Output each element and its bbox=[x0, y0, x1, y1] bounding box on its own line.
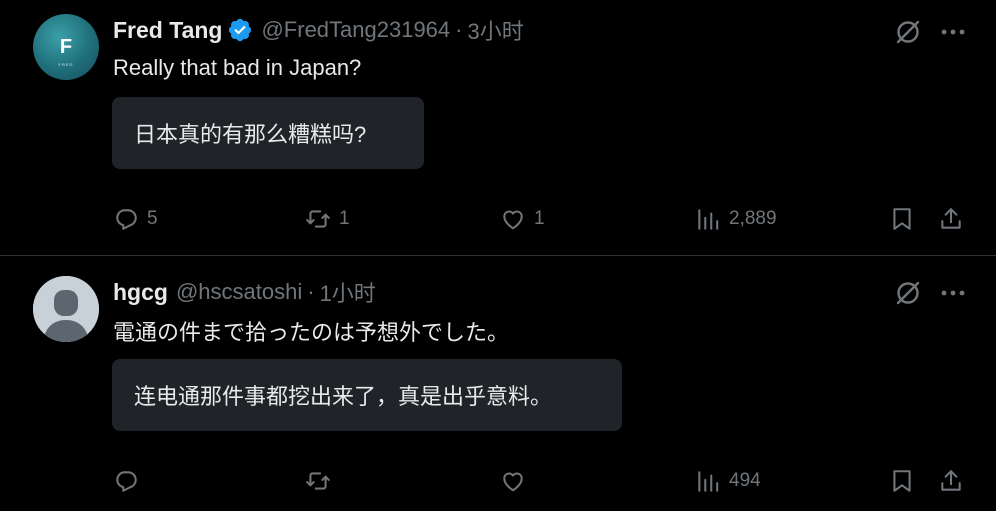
tweet-text: Really that bad in Japan? bbox=[113, 55, 362, 80]
views-count: 494 bbox=[729, 470, 761, 491]
retweet-icon bbox=[306, 472, 330, 490]
grok-icon[interactable] bbox=[893, 278, 923, 308]
translation-box: 连电通那件事都挖出来了，真是出乎意料。 bbox=[112, 359, 622, 431]
share-button[interactable] bbox=[938, 202, 964, 236]
separator-dot: · bbox=[455, 17, 463, 42]
like-icon bbox=[503, 472, 523, 492]
bookmark-button[interactable] bbox=[889, 202, 915, 236]
timestamp[interactable]: 1小时 bbox=[320, 276, 376, 308]
avatar-letter: F bbox=[59, 36, 73, 58]
verified-badge-icon[interactable] bbox=[227, 17, 253, 43]
avatar[interactable]: F FRED bbox=[33, 14, 99, 80]
more-icon[interactable] bbox=[938, 17, 968, 47]
reply-icon bbox=[116, 471, 137, 492]
share-icon bbox=[941, 470, 961, 491]
reply-button[interactable] bbox=[113, 464, 147, 498]
views-icon bbox=[698, 209, 719, 230]
bookmark-button[interactable] bbox=[889, 464, 915, 498]
tweet-text: 電通の件まで拾ったのは予想外でした。 bbox=[113, 320, 510, 345]
tweet[interactable]: F FRED Fred Tang @FredTang231964 · 3小时 R… bbox=[0, 0, 996, 256]
tweet[interactable]: hgcg @hscsatoshi · 1小时 電通の件まで拾ったのは予想外でした… bbox=[0, 256, 996, 511]
share-icon bbox=[941, 208, 961, 229]
avatar[interactable] bbox=[33, 276, 99, 342]
grok-icon[interactable] bbox=[893, 17, 923, 47]
avatar-subtext: FRED bbox=[58, 62, 74, 67]
timestamp[interactable]: 3小时 bbox=[467, 14, 523, 46]
like-count: 1 bbox=[534, 208, 545, 229]
like-button[interactable] bbox=[500, 464, 534, 498]
like-icon bbox=[503, 210, 523, 230]
retweet-count: 1 bbox=[339, 208, 350, 229]
author-handle[interactable]: @FredTang231964 bbox=[261, 17, 450, 43]
action-bar: 5 1 1 2,889 bbox=[0, 202, 996, 236]
bookmark-icon bbox=[893, 208, 911, 230]
share-button[interactable] bbox=[938, 464, 964, 498]
views-button[interactable]: 494 bbox=[695, 464, 761, 498]
reply-button[interactable]: 5 bbox=[113, 202, 158, 236]
views-icon bbox=[698, 471, 719, 492]
retweet-icon bbox=[306, 210, 330, 228]
tweet-header: hgcg @hscsatoshi · 1小时 bbox=[113, 277, 376, 307]
retweet-button[interactable]: 1 bbox=[305, 202, 350, 236]
more-icon[interactable] bbox=[938, 278, 968, 308]
translation-box: 日本真的有那么糟糕吗? bbox=[112, 97, 424, 169]
reply-count: 5 bbox=[147, 208, 158, 229]
author-name[interactable]: Fred Tang bbox=[113, 17, 222, 44]
author-name[interactable]: hgcg bbox=[113, 279, 168, 306]
action-bar: 494 bbox=[0, 464, 996, 498]
separator-dot: · bbox=[307, 279, 315, 304]
default-avatar-icon bbox=[33, 276, 99, 342]
like-button[interactable]: 1 bbox=[500, 202, 545, 236]
views-count: 2,889 bbox=[729, 208, 777, 229]
retweet-button[interactable] bbox=[305, 464, 339, 498]
bookmark-icon bbox=[893, 470, 911, 492]
reply-icon bbox=[116, 209, 137, 230]
views-button[interactable]: 2,889 bbox=[695, 202, 777, 236]
tweet-header: Fred Tang @FredTang231964 · 3小时 bbox=[113, 15, 524, 45]
author-handle[interactable]: @hscsatoshi bbox=[176, 279, 302, 305]
